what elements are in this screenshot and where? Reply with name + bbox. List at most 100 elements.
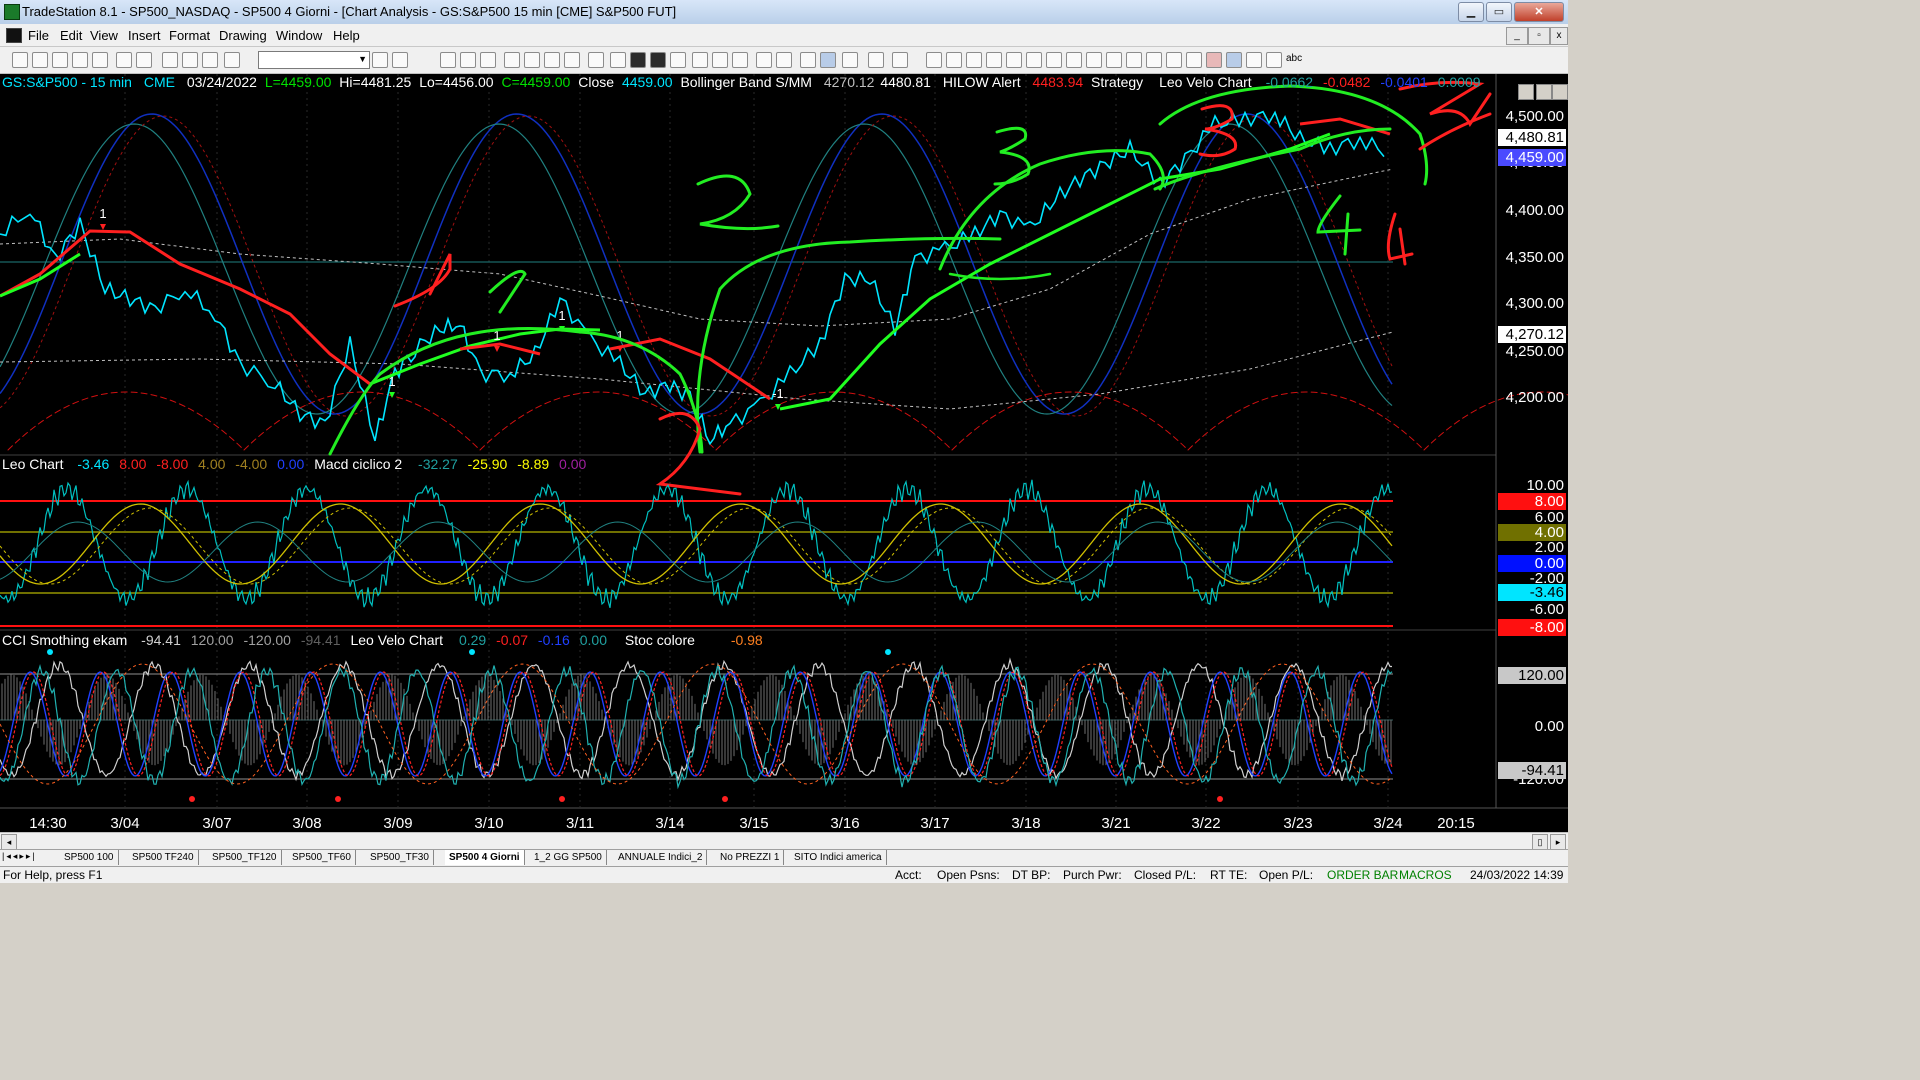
andrews-pitchfork-icon[interactable] bbox=[1026, 52, 1042, 68]
properties-icon[interactable] bbox=[892, 52, 908, 68]
close-price-value: 4459.00 bbox=[621, 74, 673, 90]
tab-sp500-4-giorni[interactable]: SP500 4 Giorni bbox=[445, 850, 525, 865]
chart-window-icon[interactable] bbox=[440, 52, 456, 68]
tab-sito-indici-america[interactable]: SITO Indici america bbox=[790, 850, 887, 865]
close-button[interactable]: ✕ bbox=[1514, 2, 1564, 22]
bar-spacing-decrease-icon[interactable] bbox=[712, 52, 728, 68]
horizontal-line-icon[interactable] bbox=[966, 52, 982, 68]
text-tool-label[interactable]: abc bbox=[1286, 53, 1302, 64]
tab-sp500-tf120[interactable]: SP500_TF120 bbox=[208, 850, 282, 865]
chevron-down-icon[interactable]: ▼ bbox=[358, 54, 367, 64]
rectangle-icon[interactable] bbox=[1266, 52, 1282, 68]
cci-axis-top: 120.00 bbox=[1498, 667, 1566, 684]
tab-sp500-tf240[interactable]: SP500 TF240 bbox=[128, 850, 199, 865]
workspace-icon[interactable] bbox=[92, 52, 108, 68]
menu-file[interactable]: File bbox=[28, 28, 49, 43]
symbol-input[interactable]: ▼ bbox=[258, 51, 370, 69]
line-chart-icon[interactable] bbox=[670, 52, 686, 68]
mdi-restore-button[interactable]: ▫ bbox=[1528, 27, 1550, 45]
bar-chart-icon[interactable] bbox=[630, 52, 646, 68]
cycle-lines-icon[interactable] bbox=[1166, 52, 1182, 68]
scroll-right-button[interactable]: ▸ bbox=[1550, 834, 1566, 850]
radar-screen-icon[interactable] bbox=[460, 52, 476, 68]
menu-view[interactable]: View bbox=[90, 28, 118, 43]
tab-nav-arrows[interactable]: |◂◂▸▸| bbox=[2, 851, 37, 862]
speed-lines-icon[interactable] bbox=[1046, 52, 1062, 68]
mdi-minimize-button[interactable]: _ bbox=[1506, 27, 1528, 45]
menu-format[interactable]: Format bbox=[169, 28, 210, 43]
matrix-icon[interactable] bbox=[480, 52, 496, 68]
velo-value-1: -0.0662 bbox=[1265, 74, 1314, 90]
time-axis-label: 3/10 bbox=[474, 815, 503, 832]
new-file-icon[interactable] bbox=[12, 52, 28, 68]
menu-drawing[interactable]: Drawing bbox=[219, 28, 267, 43]
order-bar-button[interactable]: ORDER BAR bbox=[1327, 868, 1398, 882]
insert-indicator-icon[interactable] bbox=[868, 52, 884, 68]
chart-canvas[interactable]: 14:30 3/04 3/07 3/08 3/09 3/10 3/11 3/14 3/15 3/1… bbox=[0, 74, 1568, 832]
link-icon[interactable] bbox=[202, 52, 218, 68]
trendline-icon[interactable] bbox=[926, 52, 942, 68]
news-icon[interactable] bbox=[610, 52, 626, 68]
acct-label: Acct: bbox=[895, 868, 922, 882]
zoom-out-icon[interactable] bbox=[776, 52, 792, 68]
tab-no-prezzi-1[interactable]: No PREZZI 1 bbox=[716, 850, 785, 865]
save-all-icon[interactable] bbox=[72, 52, 88, 68]
regression-icon[interactable] bbox=[1106, 52, 1122, 68]
candlestick-icon[interactable] bbox=[650, 52, 666, 68]
symbol-lookup-icon[interactable] bbox=[392, 52, 408, 68]
cci-signal-dot bbox=[559, 796, 565, 802]
open-file-icon[interactable] bbox=[32, 52, 48, 68]
ellipse-icon[interactable] bbox=[1246, 52, 1262, 68]
chart-restore-button[interactable] bbox=[1536, 84, 1552, 100]
menu-help[interactable]: Help bbox=[333, 28, 360, 43]
app-icon[interactable] bbox=[4, 4, 20, 20]
chart-area[interactable]: 14:30 3/04 3/07 3/08 3/09 3/10 3/11 3/14 3/15 3/1… bbox=[0, 74, 1568, 832]
strategy-icon[interactable] bbox=[524, 52, 540, 68]
crosshair-icon[interactable] bbox=[820, 52, 836, 68]
chart-scrollbar[interactable]: ◂ ▯ ▸ bbox=[0, 832, 1568, 850]
extension-icon[interactable] bbox=[1086, 52, 1102, 68]
scroll-thumb[interactable]: ▯ bbox=[1532, 834, 1548, 850]
vertical-line-icon[interactable] bbox=[946, 52, 962, 68]
menu-window[interactable]: Window bbox=[276, 28, 322, 43]
chart-minimize-button[interactable] bbox=[1518, 84, 1534, 100]
maximize-button[interactable]: ▭ bbox=[1486, 2, 1512, 22]
tab-sp500-tf60[interactable]: SP500_TF60 bbox=[288, 850, 356, 865]
scroll-left-button[interactable]: ◂ bbox=[1, 834, 17, 850]
format-icon[interactable] bbox=[842, 52, 858, 68]
tab-1-2-gg-sp500[interactable]: 1_2 GG SP500 bbox=[530, 850, 607, 865]
window-cascade-icon[interactable] bbox=[182, 52, 198, 68]
bar-spacing-increase-icon[interactable] bbox=[692, 52, 708, 68]
freehand-icon[interactable] bbox=[1186, 52, 1202, 68]
window-tile-icon[interactable] bbox=[162, 52, 178, 68]
chart-close-button[interactable] bbox=[1552, 84, 1568, 100]
portfolio-icon[interactable] bbox=[564, 52, 580, 68]
save-icon[interactable] bbox=[52, 52, 68, 68]
tab-sp500-tf30[interactable]: SP500_TF30 bbox=[366, 850, 434, 865]
scroll-right-icon[interactable] bbox=[732, 52, 748, 68]
print-preview-icon[interactable] bbox=[116, 52, 132, 68]
macros-button[interactable]: MACROS bbox=[1399, 868, 1452, 882]
refresh-icon[interactable] bbox=[224, 52, 240, 68]
chevron-right-icon[interactable] bbox=[372, 52, 388, 68]
pointer-icon[interactable] bbox=[800, 52, 816, 68]
fibonacci-icon[interactable] bbox=[986, 52, 1002, 68]
fib-time-icon[interactable] bbox=[1126, 52, 1142, 68]
gann-fan-icon[interactable] bbox=[1006, 52, 1022, 68]
options-icon[interactable] bbox=[544, 52, 560, 68]
print-icon[interactable] bbox=[136, 52, 152, 68]
arc-icon[interactable] bbox=[1146, 52, 1162, 68]
tab-sp500-100[interactable]: SP500 100 bbox=[60, 850, 119, 865]
zoom-in-icon[interactable] bbox=[756, 52, 772, 68]
scanner-icon[interactable] bbox=[504, 52, 520, 68]
channel-icon[interactable] bbox=[1066, 52, 1082, 68]
menu-edit[interactable]: Edit bbox=[60, 28, 82, 43]
chart-window-icon[interactable] bbox=[6, 28, 22, 43]
tab-annuale-indici-2[interactable]: ANNUALE Indici_2 bbox=[614, 850, 708, 865]
arrow-up-icon[interactable] bbox=[1226, 52, 1242, 68]
mdi-close-button[interactable]: x bbox=[1550, 27, 1568, 45]
data-window-icon[interactable] bbox=[588, 52, 604, 68]
arrow-down-icon[interactable] bbox=[1206, 52, 1222, 68]
menu-insert[interactable]: Insert bbox=[128, 28, 161, 43]
minimize-button[interactable]: ▁ bbox=[1458, 2, 1484, 22]
